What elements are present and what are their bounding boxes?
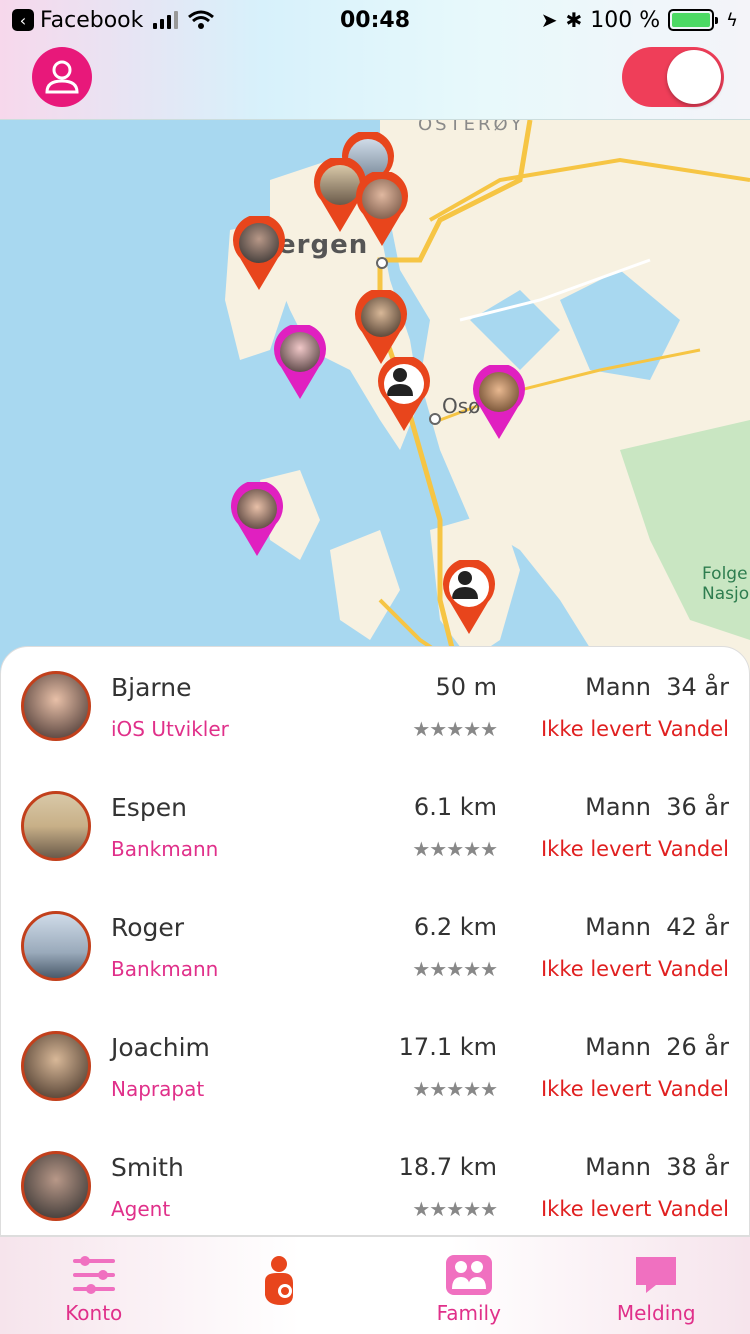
- vandel-status: Ikke levert Vandel: [540, 717, 729, 741]
- person-name: Bjarne: [111, 673, 192, 702]
- person-name: Joachim: [111, 1033, 210, 1062]
- list-item[interactable]: Bjarne iOS Utvikler 50 m ★★★★★ Mann 34 å…: [1, 647, 749, 767]
- avatar: [21, 1031, 91, 1101]
- rating-stars: ★★★★★: [412, 1077, 498, 1101]
- family-icon: [445, 1255, 492, 1295]
- map-pin-person[interactable]: [273, 325, 327, 401]
- person-name: Espen: [111, 793, 187, 822]
- tab-label: Konto: [65, 1301, 123, 1325]
- profile-button[interactable]: [32, 47, 92, 107]
- person-job: Naprapat: [111, 1077, 205, 1101]
- person-gender-age: Mann 42 år: [585, 913, 729, 941]
- mother-child-icon: [265, 1256, 294, 1305]
- vandel-status: Ikke levert Vandel: [540, 837, 729, 861]
- avatar: [21, 791, 91, 861]
- user-icon: [45, 60, 79, 94]
- person-gender-age: Mann 26 år: [585, 1033, 729, 1061]
- signal-icon: [153, 11, 179, 29]
- tab-home[interactable]: [188, 1237, 376, 1334]
- map-pin-person[interactable]: [377, 357, 431, 433]
- map-pin-person[interactable]: [442, 560, 496, 636]
- tab-melding[interactable]: Melding: [563, 1237, 750, 1334]
- person-gender-age: Mann 36 år: [585, 793, 729, 821]
- visibility-toggle[interactable]: [622, 47, 724, 107]
- person-distance: 18.7 km: [398, 1153, 497, 1181]
- vandel-status: Ikke levert Vandel: [540, 1197, 729, 1221]
- status-bar: ‹ Facebook 00:48 ➤ ✱ 100 % ϟ: [0, 0, 750, 40]
- list-item[interactable]: Joachim Naprapat 17.1 km ★★★★★ Mann 26 å…: [1, 1007, 749, 1127]
- map-label-folgefonna: Folge Nasjo: [702, 564, 750, 604]
- back-arrow-icon[interactable]: ‹: [12, 9, 34, 31]
- person-distance: 6.2 km: [413, 913, 497, 941]
- location-arrow-icon: ➤: [540, 8, 558, 32]
- battery-percent: 100 %: [590, 7, 661, 33]
- map-pin-person[interactable]: [230, 482, 284, 558]
- map-pin-person[interactable]: [354, 290, 408, 366]
- default-avatar-icon: [452, 571, 478, 599]
- avatar: [21, 671, 91, 741]
- rating-stars: ★★★★★: [412, 717, 498, 741]
- vandel-status: Ikke levert Vandel: [540, 957, 729, 981]
- battery-icon: [668, 9, 719, 31]
- sliders-icon: [72, 1256, 115, 1294]
- map-pin-person[interactable]: [355, 172, 409, 248]
- person-job: iOS Utvikler: [111, 717, 229, 741]
- people-list[interactable]: Bjarne iOS Utvikler 50 m ★★★★★ Mann 34 å…: [0, 646, 750, 1236]
- back-app-label[interactable]: Facebook: [40, 8, 143, 33]
- person-distance: 50 m: [435, 673, 497, 701]
- default-avatar-icon: [387, 368, 413, 396]
- person-job: Bankmann: [111, 957, 219, 981]
- tab-konto[interactable]: Konto: [0, 1237, 188, 1334]
- person-distance: 17.1 km: [398, 1033, 497, 1061]
- charging-icon: ϟ: [726, 9, 738, 31]
- wifi-icon: [188, 10, 215, 29]
- person-distance: 6.1 km: [413, 793, 497, 821]
- map-road-marker: [376, 257, 388, 269]
- map-label-osteroy: OSTERØY: [418, 120, 525, 135]
- person-name: Roger: [111, 913, 185, 942]
- avatar: [21, 1151, 91, 1221]
- tab-label: Family: [436, 1301, 501, 1325]
- rating-stars: ★★★★★: [412, 1197, 498, 1221]
- person-job: Bankmann: [111, 837, 219, 861]
- tab-label: Melding: [616, 1301, 696, 1325]
- map-pin-person[interactable]: [232, 216, 286, 292]
- person-name: Smith: [111, 1153, 184, 1182]
- tab-bar: Konto Family Melding: [0, 1236, 750, 1334]
- tab-family[interactable]: Family: [375, 1237, 563, 1334]
- list-item[interactable]: Smith Agent 18.7 km ★★★★★ Mann 38 år Ikk…: [1, 1127, 749, 1235]
- vandel-status: Ikke levert Vandel: [540, 1077, 729, 1101]
- message-icon: [636, 1257, 677, 1293]
- list-item[interactable]: Roger Bankmann 6.2 km ★★★★★ Mann 42 år I…: [1, 887, 749, 1007]
- person-gender-age: Mann 38 år: [585, 1153, 729, 1181]
- map-pin-person[interactable]: [472, 365, 526, 441]
- list-item[interactable]: Espen Bankmann 6.1 km ★★★★★ Mann 36 år I…: [1, 767, 749, 887]
- avatar: [21, 911, 91, 981]
- rating-stars: ★★★★★: [412, 837, 498, 861]
- person-job: Agent: [111, 1197, 171, 1221]
- toggle-knob: [667, 50, 721, 104]
- map-view[interactable]: OSTERØY ergen Osø Folge Nasjo: [0, 120, 750, 680]
- rating-stars: ★★★★★: [412, 957, 498, 981]
- bluetooth-icon: ✱: [565, 8, 583, 32]
- person-gender-age: Mann 34 år: [585, 673, 729, 701]
